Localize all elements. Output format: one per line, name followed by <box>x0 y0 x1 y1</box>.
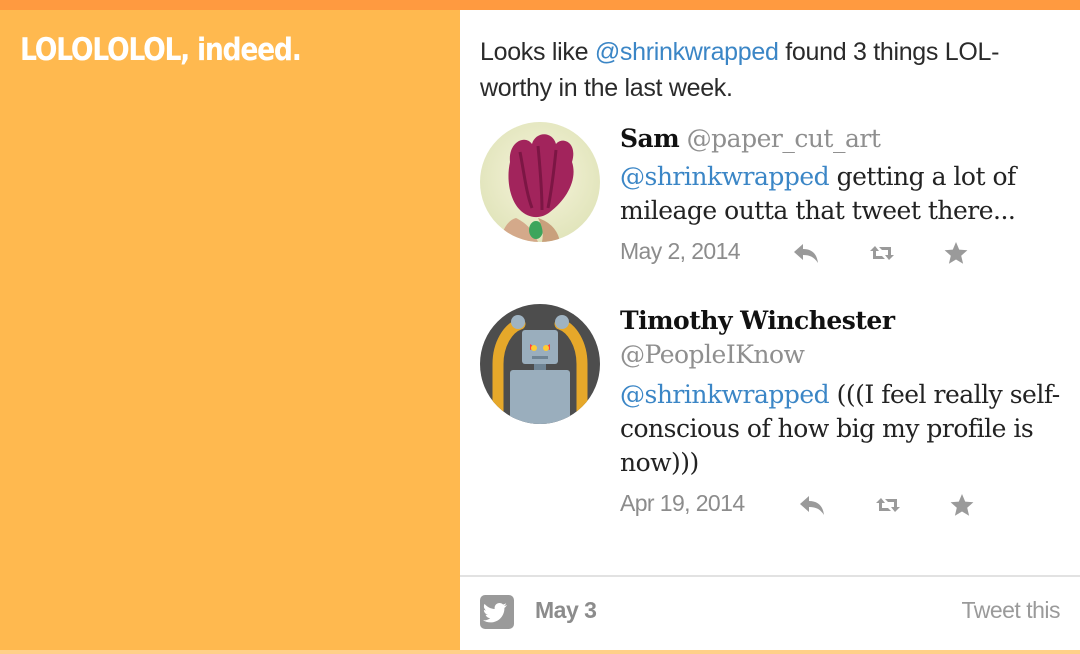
twitter-bird-icon[interactable] <box>480 595 514 629</box>
retweet-icon[interactable] <box>868 240 896 266</box>
reply-icon[interactable] <box>798 492 826 518</box>
tweet-card: Looks like @shrinkwrapped found 3 things… <box>460 10 1080 654</box>
tweet-meta: Apr 19, 2014 <box>620 484 1080 524</box>
tweet-this-link[interactable]: Tweet this <box>961 597 1060 624</box>
avatar[interactable] <box>480 122 600 242</box>
yarn-flower-avatar <box>480 122 600 242</box>
twitter-bird-glyph <box>483 603 507 623</box>
tweet-text: @shrinkwrapped getting a lot of mileage … <box>620 160 1080 228</box>
tweet-meta: May 2, 2014 <box>620 232 1080 272</box>
author-handle[interactable]: @PeopleIKnow <box>620 340 805 369</box>
tweet-mention-link[interactable]: @shrinkwrapped <box>620 380 830 409</box>
author-handle[interactable]: @paper_cut_art <box>687 124 881 153</box>
favorite-icon[interactable] <box>948 492 976 518</box>
favorite-icon[interactable] <box>942 240 970 266</box>
tweet-text: @shrinkwrapped (((I feel really self-con… <box>620 378 1080 480</box>
author-name[interactable]: Sam <box>620 124 680 153</box>
author-name-line: Timothy Winchester <box>620 304 1080 338</box>
tweet-date[interactable]: May 2, 2014 <box>620 238 741 265</box>
reply-icon[interactable] <box>792 240 820 266</box>
author-handle-line: @PeopleIKnow <box>620 338 1080 372</box>
tweet-mention-link[interactable]: @shrinkwrapped <box>620 162 830 191</box>
retweet-icon[interactable] <box>874 492 902 518</box>
tweet-body: Timothy Winchester @PeopleIKnow @shrinkw… <box>620 304 1080 524</box>
bottom-strip <box>0 650 1080 654</box>
tweet-body: Sam @paper_cut_art @shrinkwrapped gettin… <box>620 122 1080 272</box>
footer-date[interactable]: May 3 <box>535 597 597 624</box>
page-title: LOLOLOLOL, indeed. <box>20 32 302 68</box>
intro-mention-link[interactable]: @shrinkwrapped <box>595 38 779 66</box>
intro-prefix: Looks like <box>480 38 595 66</box>
left-panel: LOLOLOLOL, indeed. <box>0 10 460 654</box>
author-line: Sam @paper_cut_art <box>620 122 1080 156</box>
author-name[interactable]: Timothy Winchester <box>620 306 895 335</box>
card-footer: May 3 Tweet this <box>460 577 1080 654</box>
top-accent-bar <box>0 0 1080 10</box>
robot-avatar <box>480 304 600 424</box>
intro-text: Looks like @shrinkwrapped found 3 things… <box>480 34 1060 106</box>
tweet-date[interactable]: Apr 19, 2014 <box>620 490 745 517</box>
avatar[interactable] <box>480 304 600 424</box>
